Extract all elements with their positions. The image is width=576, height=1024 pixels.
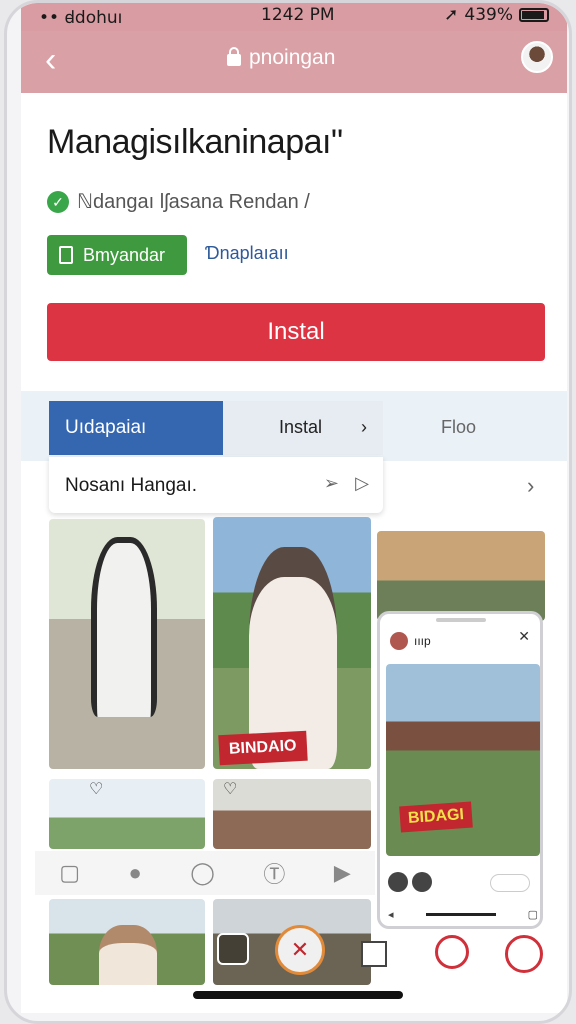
heart-icon: ♡: [89, 781, 104, 798]
photo-tile[interactable]: ♡: [213, 779, 371, 849]
chevron-right-icon: ›: [361, 417, 367, 437]
preview-popup[interactable]: ıııp ✕ BIDAGI ◂ ▢: [377, 611, 543, 929]
photo-banner: BINDAIO: [218, 730, 308, 766]
popup-title: ıııp: [414, 634, 431, 648]
tab-instal[interactable]: Instal ›: [223, 401, 383, 455]
popup-banner: BIDAGI: [399, 801, 473, 833]
message-text: Nosanı Hangaı.: [65, 475, 198, 496]
chevron-right-icon[interactable]: ›: [527, 473, 534, 499]
tab-active[interactable]: Uıdapaiaı: [49, 401, 223, 455]
profile-icon[interactable]: [505, 935, 543, 973]
text-icon[interactable]: Ⓣ: [263, 857, 285, 889]
avatar: [390, 632, 408, 650]
secondary-button[interactable]: Bmyandar: [47, 235, 187, 275]
avatar: [388, 872, 408, 892]
browser-top-bar: ‹ pnoingan: [21, 31, 567, 93]
chat-icon[interactable]: [217, 933, 249, 965]
book-icon: [59, 246, 73, 264]
app-title: Managisılkaninapaı": [47, 123, 343, 161]
person-figure: [99, 925, 157, 985]
verified-text: ℕdangaı lʃasana Rendan /: [77, 191, 310, 213]
url-text: pnoingan: [249, 46, 336, 69]
play-icon[interactable]: ▷: [355, 473, 369, 494]
popup-notch: [436, 618, 486, 622]
close-icon[interactable]: ✕: [518, 628, 530, 645]
chat-icon[interactable]: ◯: [190, 860, 215, 886]
tab-instal-label: Instal: [279, 417, 323, 437]
popup-avatars: [388, 872, 432, 892]
bottom-nav: ▢ ● ◯ Ⓣ ▶: [35, 851, 375, 895]
avatar[interactable]: [521, 41, 553, 73]
avatar: [412, 872, 432, 892]
secondary-button-label: Bmyandar: [83, 244, 166, 265]
check-icon: ✓: [47, 190, 69, 213]
photo-tile[interactable]: [49, 899, 205, 985]
close-icon: ✕: [290, 937, 310, 962]
progress-bar: [425, 913, 496, 916]
bookmark-icon[interactable]: [361, 941, 387, 967]
url-bar[interactable]: pnoingan: [227, 46, 335, 70]
heart-icon: ♡: [223, 781, 238, 798]
tab-floo[interactable]: Floo: [441, 417, 476, 438]
face-icon[interactable]: [435, 935, 469, 969]
screen: •• ꟈdohuı 1242 PM ➚ 439% ‹ pnoingan Mana…: [21, 3, 567, 1013]
square-icon[interactable]: ▢: [528, 908, 538, 921]
carrier-label: •• ꟈdohuı: [39, 8, 123, 28]
clock: 1242 PM: [261, 5, 335, 25]
photo-tile[interactable]: [377, 531, 545, 621]
page-icon[interactable]: ▢: [59, 860, 80, 886]
profile-icon[interactable]: ●: [129, 860, 142, 886]
photo-tile[interactable]: [49, 519, 205, 769]
popup-image: BIDAGI: [386, 664, 540, 856]
menu-icon[interactable]: ◂: [388, 908, 394, 921]
phone-frame: •• ꟈdohuı 1242 PM ➚ 439% ‹ pnoingan Mana…: [4, 0, 572, 1024]
message-box[interactable]: Nosanı Hangaı. ➢ ▷: [49, 457, 383, 513]
home-indicator: [193, 991, 403, 999]
verified-row: ✓ ℕdangaı lʃasana Rendan /: [47, 189, 310, 214]
popup-header: ıııp: [390, 632, 431, 650]
lock-icon: [227, 47, 241, 66]
back-icon[interactable]: ‹: [45, 41, 56, 80]
person-figure: [91, 537, 157, 717]
secondary-link[interactable]: Ɗnaplaıaıı: [205, 243, 289, 264]
status-right: ➚ 439%: [444, 5, 549, 25]
popup-controls: ◂ ▢: [388, 908, 538, 921]
battery-percent: 439%: [464, 5, 513, 25]
record-button[interactable]: ✕: [275, 925, 325, 975]
photo-tile[interactable]: ♡: [49, 779, 205, 849]
battery-icon: [519, 8, 549, 22]
install-button[interactable]: Instal: [47, 303, 545, 361]
toggle-pill[interactable]: [490, 874, 530, 892]
send-icon[interactable]: ➢: [324, 473, 339, 494]
status-bar: •• ꟈdohuı 1242 PM ➚ 439%: [21, 3, 567, 31]
play-icon[interactable]: ▶: [334, 860, 351, 886]
location-icon: ➚: [444, 5, 459, 25]
tab-strip: Uıdapaiaı Instal › Floo: [21, 391, 567, 461]
